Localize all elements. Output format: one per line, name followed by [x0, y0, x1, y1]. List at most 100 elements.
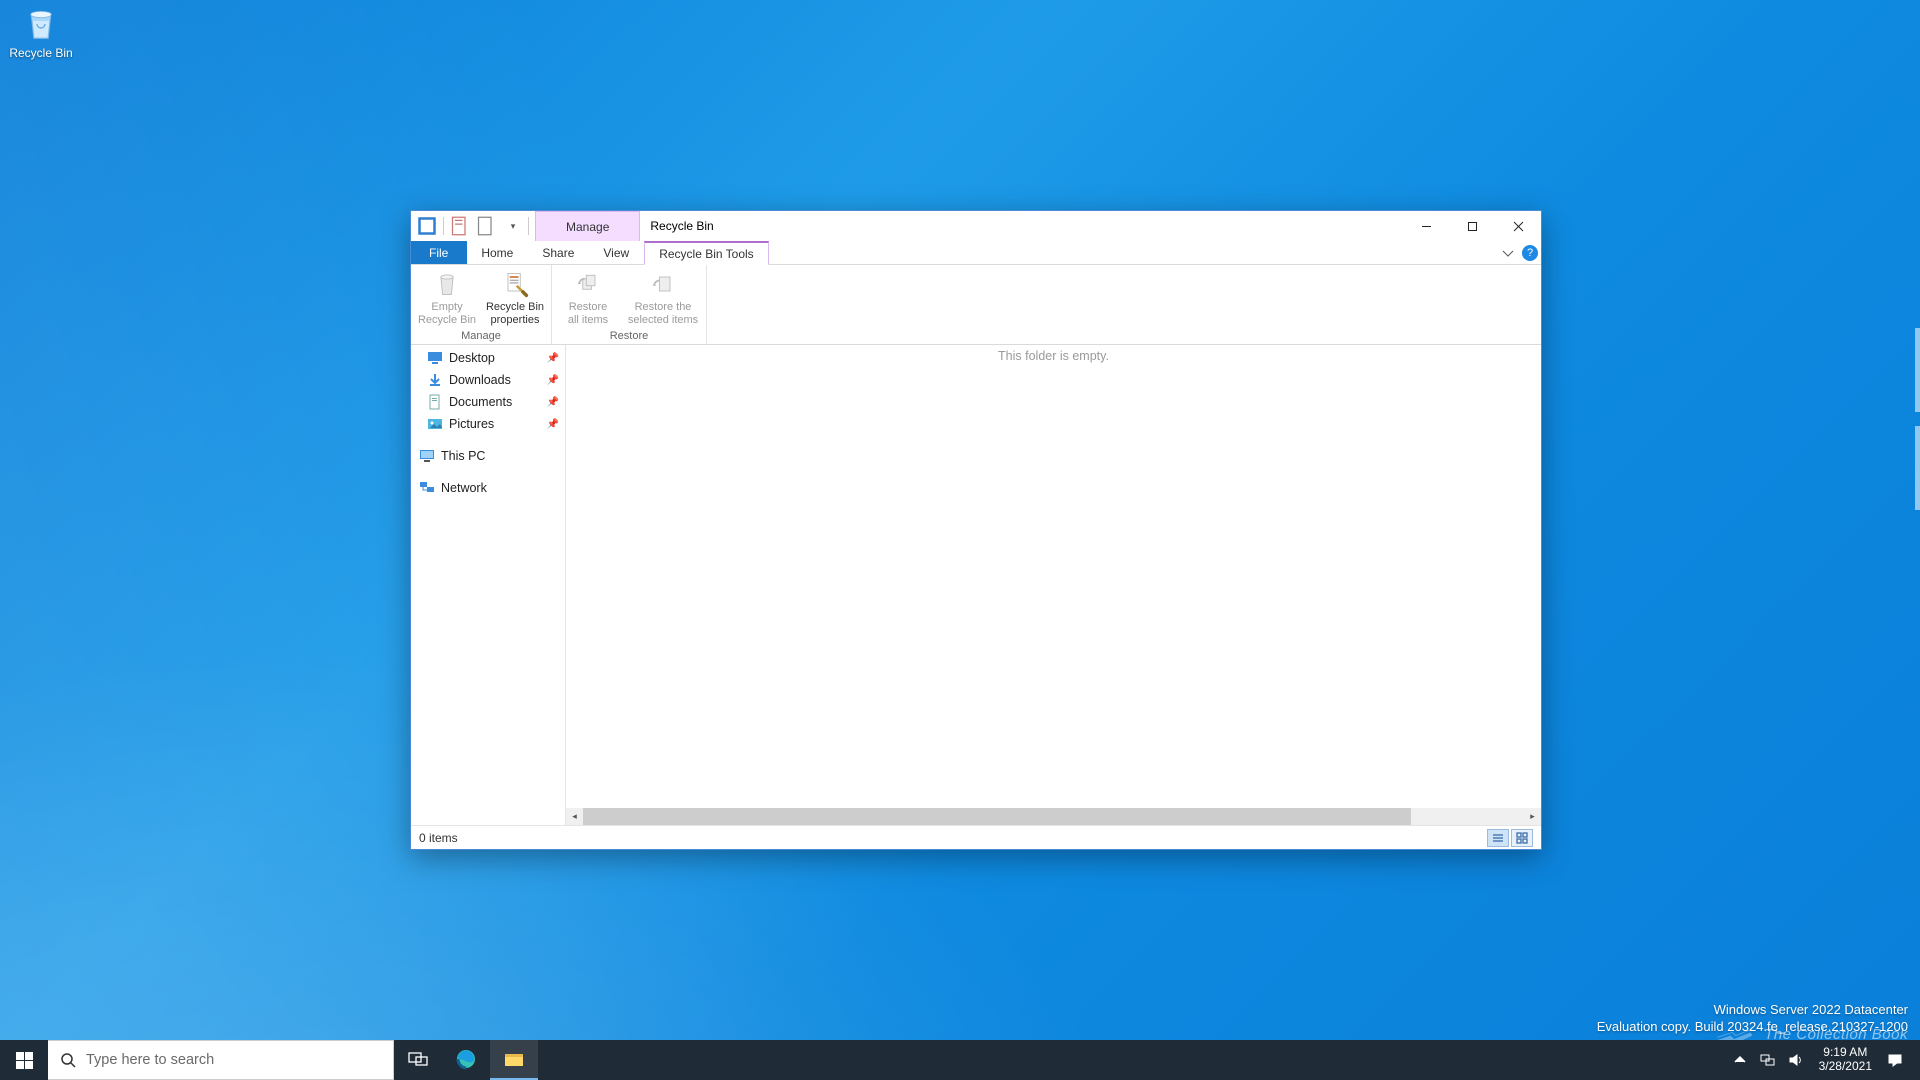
contextual-tab-label: Manage — [566, 220, 609, 234]
close-button[interactable] — [1495, 211, 1541, 241]
watermark-line1: Windows Server 2022 Datacenter — [1597, 1001, 1908, 1019]
help-button[interactable]: ? — [1519, 241, 1541, 264]
contextual-tab-header: Manage — [535, 211, 640, 241]
nav-item-downloads[interactable]: Downloads 📌 — [411, 369, 565, 391]
network-tray-icon — [1760, 1052, 1776, 1068]
task-view-icon — [407, 1048, 429, 1070]
qat-separator — [443, 217, 444, 235]
edge-icon — [455, 1048, 477, 1070]
collapse-ribbon-button[interactable] — [1497, 241, 1519, 264]
speaker-icon — [1788, 1052, 1804, 1068]
tray-network-icon[interactable] — [1755, 1040, 1781, 1080]
nav-item-pictures[interactable]: Pictures 📌 — [411, 413, 565, 435]
restore-all-items-button[interactable]: Restore all items — [556, 267, 620, 329]
task-view-button[interactable] — [394, 1040, 442, 1080]
empty-recycle-bin-button[interactable]: Empty Recycle Bin — [415, 267, 479, 329]
system-tray: 9:19 AM 3/28/2021 — [1727, 1040, 1920, 1080]
desktop[interactable]: Recycle Bin Windows Server 2022 Datacent… — [0, 0, 1920, 1080]
scroll-left-button[interactable]: ◂ — [566, 808, 583, 825]
tab-home[interactable]: Home — [467, 241, 528, 264]
taskbar: Type here to search 9:19 AM 3/28/2021 — [0, 1040, 1920, 1080]
pin-icon: 📌 — [547, 375, 559, 386]
navigation-pane[interactable]: Desktop 📌 Downloads 📌 Documents 📌 Pictur… — [411, 345, 566, 825]
search-icon — [60, 1052, 76, 1068]
tab-share[interactable]: Share — [528, 241, 589, 264]
tab-recycle-bin-tools[interactable]: Recycle Bin Tools — [644, 241, 769, 265]
status-bar: 0 items — [411, 825, 1541, 849]
pin-icon: 📌 — [547, 419, 559, 430]
scroll-thumb[interactable] — [583, 808, 1411, 825]
empty-bin-icon — [430, 269, 464, 299]
pin-icon: 📌 — [547, 353, 559, 364]
recycle-bin-properties-button[interactable]: Recycle Bin properties — [483, 267, 547, 329]
nav-item-this-pc[interactable]: This PC — [411, 445, 565, 467]
window-controls — [1403, 211, 1541, 241]
action-center-button[interactable] — [1882, 1040, 1908, 1080]
tray-overflow-button[interactable] — [1727, 1040, 1753, 1080]
window-peek-strip — [1915, 328, 1920, 412]
titlebar[interactable]: Manage Recycle Bin — [411, 211, 1541, 241]
network-icon — [419, 480, 435, 496]
restore-selected-items-button[interactable]: Restore the selected items — [624, 267, 702, 329]
taskbar-clock[interactable]: 9:19 AM 3/28/2021 — [1811, 1046, 1880, 1074]
qat-separator — [528, 217, 529, 235]
ribbon-tabs: File Home Share View Recycle Bin Tools ? — [411, 241, 1541, 265]
file-explorer-icon — [503, 1048, 525, 1070]
restore-selected-icon — [646, 269, 680, 299]
nav-item-documents[interactable]: Documents 📌 — [411, 391, 565, 413]
file-explorer-button[interactable] — [490, 1040, 538, 1080]
tray-volume-icon[interactable] — [1783, 1040, 1809, 1080]
clock-date: 3/28/2021 — [1819, 1060, 1872, 1074]
ribbon-group-restore: Restore all items Restore the selected i… — [552, 265, 707, 344]
documents-icon — [427, 394, 443, 410]
taskbar-search[interactable]: Type here to search — [48, 1040, 394, 1080]
content-pane[interactable]: This folder is empty. ◂ ▸ — [566, 345, 1541, 825]
status-item-count: 0 items — [419, 831, 458, 845]
recycle-bin-icon — [19, 4, 63, 44]
pictures-icon — [427, 416, 443, 432]
app-icon[interactable] — [417, 216, 437, 236]
qat-customize-dropdown[interactable] — [502, 216, 522, 236]
notification-icon — [1887, 1052, 1903, 1068]
nav-item-desktop[interactable]: Desktop 📌 — [411, 347, 565, 369]
clock-time: 9:19 AM — [1823, 1046, 1867, 1060]
scroll-right-button[interactable]: ▸ — [1524, 808, 1541, 825]
properties-icon — [498, 269, 532, 299]
help-icon: ? — [1522, 245, 1538, 261]
desktop-recycle-bin-label: Recycle Bin — [9, 46, 72, 60]
explorer-body: Desktop 📌 Downloads 📌 Documents 📌 Pictur… — [411, 345, 1541, 825]
ribbon-group-label: Manage — [415, 329, 547, 344]
qat-new-folder-icon[interactable] — [476, 216, 496, 236]
large-icons-view-button[interactable] — [1511, 829, 1533, 847]
ribbon-group-label: Restore — [556, 329, 702, 344]
nav-item-network[interactable]: Network — [411, 477, 565, 499]
edge-browser-button[interactable] — [442, 1040, 490, 1080]
chevron-up-icon — [1732, 1052, 1748, 1068]
scroll-track[interactable] — [583, 808, 1524, 825]
details-view-button[interactable] — [1487, 829, 1509, 847]
tab-view[interactable]: View — [589, 241, 644, 264]
quick-access-toolbar — [411, 211, 535, 241]
ribbon: Empty Recycle Bin Recycle Bin properties… — [411, 265, 1541, 345]
search-placeholder: Type here to search — [86, 1052, 214, 1068]
view-mode-buttons — [1487, 829, 1533, 847]
minimize-button[interactable] — [1403, 211, 1449, 241]
maximize-button[interactable] — [1449, 211, 1495, 241]
start-button[interactable] — [0, 1040, 48, 1080]
downloads-icon — [427, 372, 443, 388]
windows-logo-icon — [16, 1052, 33, 1069]
desktop-icon — [427, 350, 443, 366]
tab-file[interactable]: File — [411, 241, 467, 264]
empty-folder-message: This folder is empty. — [566, 349, 1541, 363]
qat-properties-icon[interactable] — [450, 216, 470, 236]
horizontal-scrollbar[interactable]: ◂ ▸ — [566, 808, 1541, 825]
pin-icon: 📌 — [547, 397, 559, 408]
restore-all-icon — [571, 269, 605, 299]
desktop-recycle-bin[interactable]: Recycle Bin — [4, 4, 78, 60]
tabs-spacer — [769, 241, 1497, 264]
window-peek-strip — [1915, 426, 1920, 510]
taskbar-apps — [394, 1040, 538, 1080]
window-title: Recycle Bin — [640, 211, 1403, 241]
ribbon-group-manage: Empty Recycle Bin Recycle Bin properties… — [411, 265, 552, 344]
file-explorer-window: Manage Recycle Bin File Home Share View … — [410, 210, 1542, 850]
